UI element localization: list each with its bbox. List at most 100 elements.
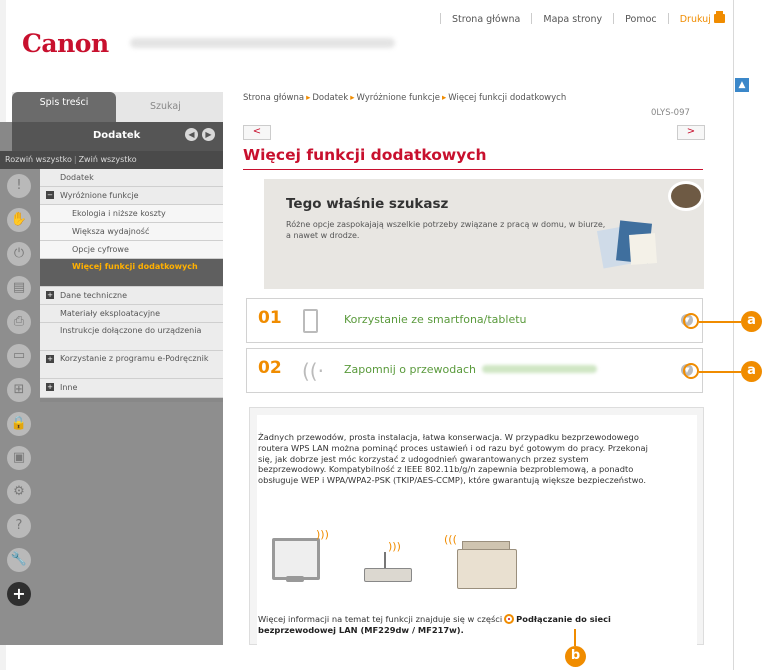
collapse-toggle-icon[interactable]: − bbox=[46, 191, 54, 199]
device-icon[interactable]: ▣ bbox=[7, 446, 31, 470]
settings-icon[interactable]: ⚙ bbox=[7, 480, 31, 504]
divider: | bbox=[73, 155, 77, 164]
printer-illustration bbox=[457, 549, 517, 589]
breadcrumb-link[interactable]: Wyróżnione funkcje bbox=[357, 93, 440, 103]
feature-wireless[interactable]: 02 ((· Zapomnij o przewodach ▼ bbox=[246, 348, 703, 393]
feature-label-text: Zapomnij o przewodach bbox=[344, 363, 477, 376]
home-link[interactable]: Strona główna bbox=[452, 14, 520, 25]
network-icon[interactable]: ⊞ bbox=[7, 378, 31, 402]
sitemap-link[interactable]: Mapa strony bbox=[543, 14, 602, 25]
callout-line bbox=[574, 629, 576, 646]
callout-b: b bbox=[565, 646, 586, 667]
prev-page-button[interactable]: < bbox=[243, 125, 271, 140]
scan-icon[interactable]: ▭ bbox=[7, 344, 31, 368]
tree-item-label: Dane techniczne bbox=[60, 291, 128, 300]
router-antenna bbox=[384, 552, 386, 568]
breadcrumb-link[interactable]: Dodatek bbox=[312, 93, 348, 103]
print-link[interactable]: Drukuj bbox=[680, 14, 711, 25]
tree-item-label: Więcej funkcji dodatkowych bbox=[72, 262, 198, 271]
more-info-text: Więcej informacji na temat tej funkcji z… bbox=[258, 614, 503, 624]
feature-label[interactable]: Korzystanie ze smartfona/tabletu bbox=[344, 313, 527, 326]
page-title: Więcej funkcji dodatkowych bbox=[243, 146, 487, 164]
tree-item-label: Korzystanie z programu e-Podręcznik bbox=[60, 354, 209, 363]
coffee-cup-image bbox=[668, 181, 704, 211]
breadcrumb-arrow-icon: ▸ bbox=[306, 93, 311, 103]
divider bbox=[667, 13, 669, 24]
link-bullet-icon[interactable] bbox=[504, 614, 515, 624]
canon-logo[interactable]: Canon bbox=[22, 29, 109, 58]
scroll-top-button[interactable]: ▲ bbox=[735, 78, 749, 92]
tab-search[interactable]: Szukaj bbox=[150, 101, 181, 112]
callout-a: a bbox=[741, 311, 762, 332]
divider bbox=[531, 13, 533, 24]
tree-item-label: Instrukcje dołączone do urządzenia bbox=[60, 326, 202, 335]
title-underline bbox=[243, 169, 703, 170]
top-links: Strona główna Mapa strony Pomoc Drukuj bbox=[432, 11, 725, 25]
banner-title: Tego właśnie szukasz bbox=[286, 196, 449, 212]
sidebar-empty-area bbox=[40, 402, 223, 645]
tree-item-wydajnosc[interactable]: Większa wydajność bbox=[40, 223, 223, 241]
expand-all-link[interactable]: Rozwiń wszystko bbox=[5, 155, 72, 164]
feature-number: 02 bbox=[258, 358, 282, 378]
tree-item-dane-techniczne[interactable]: + Dane techniczne bbox=[40, 287, 223, 305]
feature-smartphone[interactable]: 01 Korzystanie ze smartfona/tabletu ▼ bbox=[246, 298, 703, 343]
collapse-all-link[interactable]: Zwiń wszystko bbox=[79, 155, 137, 164]
tree-item-instrukcje[interactable]: Instrukcje dołączone do urządzenia bbox=[40, 323, 223, 351]
next-page-button[interactable]: > bbox=[677, 125, 705, 140]
wifi-icon: ((· bbox=[302, 359, 324, 383]
tree-item-dodatek[interactable]: Dodatek bbox=[40, 169, 223, 187]
help-icon[interactable]: ? bbox=[7, 514, 31, 538]
tree-item-label: Inne bbox=[60, 383, 78, 392]
help-link[interactable]: Pomoc bbox=[625, 14, 657, 25]
print-icon[interactable]: ⎙ bbox=[7, 310, 31, 334]
feature-number: 01 bbox=[258, 308, 282, 328]
tree-item-opcje-cyfrowe[interactable]: Opcje cyfrowe bbox=[40, 241, 223, 259]
more-info: Więcej informacji na temat tej funkcji z… bbox=[258, 614, 658, 636]
tree-item-label: Dodatek bbox=[60, 173, 94, 182]
breadcrumb-arrow-icon: ▸ bbox=[350, 93, 355, 103]
detail-paragraph: Żadnych przewodów, prosta instalacja, ła… bbox=[258, 432, 648, 486]
prev-section-button[interactable]: ◀ bbox=[185, 128, 198, 141]
lock-icon[interactable]: 🔒 bbox=[7, 412, 31, 436]
feature-label[interactable]: Zapomnij o przewodach bbox=[344, 363, 598, 376]
wifi-signal-icon: ))) bbox=[388, 540, 401, 553]
tree-item-label: Materiały eksploatacyjne bbox=[60, 309, 161, 318]
plus-icon[interactable]: + bbox=[7, 582, 31, 606]
tree-item-inne[interactable]: + Inne bbox=[40, 379, 223, 398]
callout-line bbox=[699, 371, 741, 373]
books-image bbox=[596, 218, 660, 269]
computer-illustration bbox=[272, 538, 320, 580]
tree-item-label: Opcje cyfrowe bbox=[72, 245, 129, 254]
breadcrumb: Strona główna ▸ Dodatek ▸ Wyróżnione funkcje… bbox=[243, 93, 566, 103]
router-illustration bbox=[364, 568, 412, 582]
tree-item-e-podrecznik[interactable]: + Korzystanie z programu e-Podręcznik bbox=[40, 351, 223, 379]
copy-icon[interactable]: ▤ bbox=[7, 276, 31, 300]
power-icon[interactable]: ⏻ bbox=[7, 242, 31, 266]
tree-item-ekologia[interactable]: Ekologia i niższe koszty bbox=[40, 205, 223, 223]
tree-item-wiecej-funkcji[interactable]: Więcej funkcji dodatkowych bbox=[40, 259, 223, 287]
banner-description: Różne opcje zaspokajają wszelkie potrzeb… bbox=[286, 220, 606, 240]
breadcrumb-link[interactable]: Strona główna bbox=[243, 93, 304, 103]
tree-item-wyroznione[interactable]: − Wyróżnione funkcje bbox=[40, 187, 223, 205]
tree-item-label: Wyróżnione funkcje bbox=[60, 191, 139, 200]
expand-collapse-row: Rozwiń wszystko | Zwiń wszystko bbox=[0, 151, 223, 169]
printer-icon[interactable] bbox=[713, 11, 725, 23]
divider bbox=[613, 13, 615, 24]
callout-line bbox=[699, 321, 741, 323]
tab-contents[interactable]: Spis treści bbox=[12, 92, 116, 122]
expand-toggle-icon[interactable]: + bbox=[46, 355, 54, 363]
callout-a: a bbox=[741, 361, 762, 382]
book-shape bbox=[628, 233, 658, 265]
tree-item-materialy[interactable]: Materiały eksploatacyjne bbox=[40, 305, 223, 323]
wrench-icon[interactable]: 🔧 bbox=[7, 548, 31, 572]
next-section-button[interactable]: ▶ bbox=[202, 128, 215, 141]
monitor-stand bbox=[286, 576, 304, 582]
callout-ring bbox=[683, 363, 699, 379]
warning-icon[interactable]: ! bbox=[7, 174, 31, 198]
breadcrumb-arrow-icon: ▸ bbox=[441, 93, 447, 103]
expand-toggle-icon[interactable]: + bbox=[46, 383, 54, 391]
hand-icon[interactable]: ✋ bbox=[7, 208, 31, 232]
divider bbox=[440, 13, 441, 24]
expand-toggle-icon[interactable]: + bbox=[46, 291, 54, 299]
wifi-signal-icon: ((( bbox=[444, 533, 457, 546]
